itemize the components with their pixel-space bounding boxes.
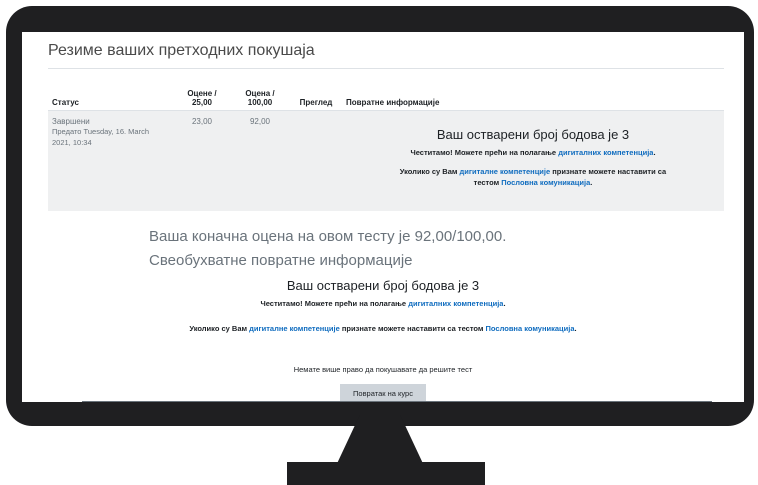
feedback-line1: Честитамо! Можете прећи на полагање диги…: [346, 147, 720, 158]
feedback-title: Ваш остварени број бодова је 3: [436, 127, 630, 142]
header-feedback: Повратне информације: [342, 78, 724, 111]
cell-marks: 23,00: [174, 110, 230, 211]
digital-competence-link[interactable]: дигиталне компетенције: [460, 167, 551, 176]
attempt-state: Завршени: [52, 117, 90, 126]
header-marks: Оцене / 25,00: [174, 78, 230, 111]
divider: [48, 68, 724, 69]
overall-business-communication-link[interactable]: Пословна комуникација: [486, 324, 575, 333]
bottom-divider: [82, 401, 712, 402]
header-marks-line1: Оцене /: [187, 89, 217, 98]
feedback-line2: Уколико су Вам дигиталне компетенције пр…: [346, 166, 720, 188]
table-header-row: Статус Оцене / 25,00 Оцена / 100,00 Прег…: [48, 78, 724, 111]
attempts-table: Статус Оцене / 25,00 Оцена / 100,00 Прег…: [48, 78, 724, 211]
header-status-label: Статус: [52, 98, 79, 107]
monitor-frame: Резиме ваших претходних покушаја Статус …: [6, 6, 754, 426]
feedback-line1-end: .: [653, 148, 656, 157]
back-to-course-button[interactable]: Повратак на курс: [340, 384, 426, 402]
feedback-line2-mid: признате можете наставити са: [550, 167, 667, 176]
header-grade: Оцена / 100,00: [230, 78, 290, 111]
header-feedback-label: Повратне информације: [346, 98, 440, 107]
header-marks-line2: 25,00: [191, 98, 213, 107]
header-review: Преглед: [290, 78, 342, 111]
cell-status: Завршени Предато Tuesday, 16. March 2021…: [48, 110, 174, 211]
cell-grade: 92,00: [230, 110, 290, 211]
feedback-line3-end: .: [590, 178, 593, 187]
overall-feedback-line2: Уколико су Вам дигиталне компетенције пр…: [22, 324, 744, 333]
header-status: Статус: [48, 78, 174, 111]
overall-digital-competence-link[interactable]: дигиталне компетенције: [249, 324, 340, 333]
digital-competences-link[interactable]: дигиталних компетенција: [558, 148, 653, 157]
feedback-line2-text: Уколико су Вам: [399, 167, 460, 176]
overall-line1-text: Честитамо! Можете прећи на полагање: [260, 299, 409, 308]
feedback-line3-text: тестом: [473, 178, 502, 187]
section-title: Резиме ваших претходних покушаја: [48, 42, 315, 59]
screen: Резиме ваших претходних покушаја Статус …: [22, 32, 744, 402]
submitted-date-line1: Предато Tuesday, 16. March: [52, 127, 150, 136]
feedback-line1-text: Честитамо! Можете прећи на полагање: [410, 148, 559, 157]
cell-feedback: Ваш остварени број бодова је 3 Честитамо…: [342, 110, 724, 211]
no-more-attempts-message: Немате више право да покушавате да решит…: [293, 365, 473, 374]
overall-feedback-line1: Честитамо! Можете прећи на полагање диги…: [22, 299, 744, 308]
overall-line2-end: .: [574, 324, 577, 333]
header-grade-line2: 100,00: [247, 98, 273, 107]
overall-line2-text: Уколико су Вам: [189, 324, 250, 333]
business-communication-link[interactable]: Пословна комуникација: [501, 178, 590, 187]
monitor-stand-base: [287, 462, 485, 485]
overall-line2-mid: признате можете наставити са тестом: [339, 324, 486, 333]
header-grade-line1: Оцена /: [245, 89, 275, 98]
cell-review: [290, 110, 342, 211]
submitted-date-line2: 2021, 10:34: [52, 138, 92, 147]
overall-digital-competences-link[interactable]: дигиталних компетенција: [408, 299, 503, 308]
overall-line1-end: .: [503, 299, 506, 308]
overall-feedback-title: Ваш остварени број бодова је 3: [286, 278, 480, 293]
header-review-label: Преглед: [299, 98, 333, 107]
final-grade: Ваша коначна оцена на овом тесту је 92,0…: [149, 228, 507, 245]
table-row: Завршени Предато Tuesday, 16. March 2021…: [48, 110, 724, 211]
overall-feedback-heading: Свеобухватне повратне информације: [149, 252, 413, 269]
